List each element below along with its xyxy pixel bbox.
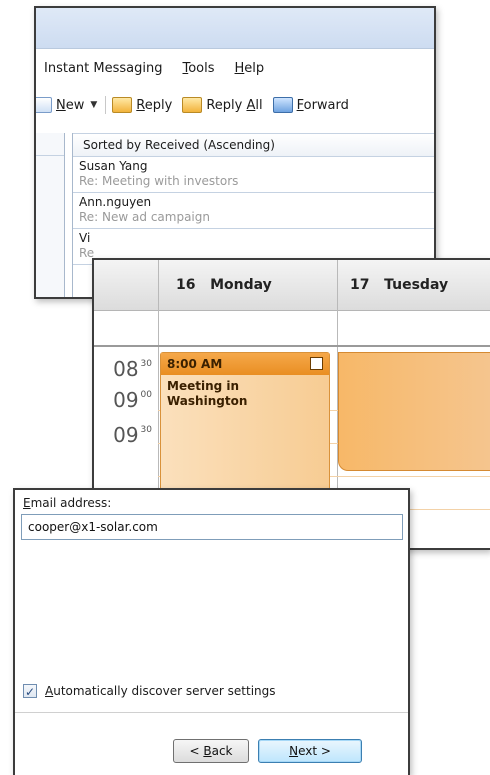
mail-toolbar: New ▼ Reply Reply All Forward [36, 90, 434, 120]
day-name: Tuesday [384, 277, 449, 293]
reply-rest: eply [144, 97, 173, 113]
toolbar-divider [105, 96, 107, 114]
auto-discover-checkbox[interactable]: ✓ [23, 684, 37, 699]
forward-button[interactable]: Forward [272, 97, 349, 113]
reply-label: Reply [136, 98, 172, 113]
time-label: 08 30 [113, 357, 152, 381]
account-setup-dialog: Email address: ✓ Automatically discover … [13, 488, 410, 775]
menu-bar: Instant Messaging Tools Help [44, 61, 264, 76]
time-label: 09 00 [113, 388, 152, 412]
day-header-monday[interactable]: 16 Monday [176, 260, 272, 310]
list-item[interactable]: Ann.nguyen Re: New ad campaign [73, 193, 434, 229]
new-mail-icon [36, 97, 52, 113]
next-button[interactable]: Next > [258, 739, 362, 763]
message-sender: Ann.nguyen [79, 195, 152, 209]
reply-accel: R [136, 97, 145, 113]
mail-titlebar [36, 8, 434, 49]
reply-button[interactable]: Reply [112, 97, 172, 113]
sort-header[interactable]: Sorted by Received (Ascending) [73, 133, 434, 157]
appointment-time: 8:00 AM [161, 353, 329, 375]
menu-tools[interactable]: Tools [182, 61, 214, 76]
message-sender: Vi [79, 231, 91, 245]
reply-all-button[interactable]: Reply All [182, 97, 263, 113]
day-header-tuesday[interactable]: 17 Tuesday [350, 260, 448, 310]
auto-discover-row[interactable]: ✓ Automatically discover server settings [23, 684, 276, 699]
back-pre: < [189, 744, 204, 758]
email-label-rest: mail address: [30, 496, 112, 510]
forward-icon [272, 97, 293, 113]
new-label: New [56, 98, 84, 113]
auto-discover-label: Automatically discover server settings [45, 684, 276, 698]
reply-icon [112, 97, 133, 113]
divider [15, 712, 408, 713]
menu-help[interactable]: Help [235, 61, 265, 76]
forward-rest: orward [303, 97, 349, 113]
chevron-down-icon[interactable]: ▼ [90, 100, 97, 110]
mail-window: Instant Messaging Tools Help New ▼ Reply… [34, 6, 436, 299]
calendar-header: 16 Monday 17 Tuesday [94, 260, 490, 311]
checkbox-icon[interactable] [310, 357, 323, 370]
menu-label: Ins [44, 61, 63, 76]
all-day-row[interactable] [94, 311, 490, 347]
list-item[interactable]: Susan Yang Re: Meeting with investors [73, 157, 434, 193]
reply-all-icon [182, 97, 203, 113]
forward-label: Forward [297, 98, 349, 113]
reply-all-pre: Reply [206, 97, 247, 113]
appointment-title-line: Meeting in [167, 379, 240, 393]
navigation-pane [36, 133, 65, 297]
navigation-pane-header [36, 133, 64, 156]
email-label-accel: E [23, 496, 31, 510]
menu-label-rest: ools [188, 61, 215, 76]
message-subject: Re: New ad campaign [79, 210, 210, 224]
forward-accel: F [296, 97, 304, 113]
back-accel: B [203, 744, 212, 758]
menu-instant-messaging[interactable]: Instant Messaging [44, 61, 162, 76]
new-button[interactable]: New ▼ [36, 97, 97, 113]
message-subject: Re: Meeting with investors [79, 174, 239, 188]
email-field[interactable] [21, 514, 403, 540]
new-rest: ew [65, 97, 85, 113]
reply-all-label: Reply All [206, 98, 262, 113]
back-rest: ack [211, 744, 233, 758]
next-accel: N [289, 744, 299, 758]
auto-discover-rest: utomatically discover server settings [53, 684, 276, 698]
new-accel: N [56, 97, 66, 113]
next-rest: ext > [298, 744, 331, 758]
menu-accel: H [234, 61, 245, 76]
appointment-time-text: 8:00 AM [167, 357, 223, 371]
day-number: 16 [176, 277, 196, 293]
menu-label-rest: elp [244, 61, 265, 76]
day-number: 17 [350, 277, 370, 293]
appointment-block[interactable] [338, 352, 490, 471]
time-label: 09 30 [113, 423, 152, 447]
menu-label-rest: tant Messaging [62, 61, 163, 76]
appointment-title: Meeting in Washington [161, 375, 329, 413]
auto-discover-accel: A [45, 684, 54, 698]
back-button[interactable]: < Back [173, 739, 249, 763]
reply-all-rest: ll [255, 97, 263, 113]
day-name: Monday [210, 277, 272, 293]
message-sender: Susan Yang [79, 159, 148, 173]
email-address-label: Email address: [23, 496, 111, 510]
appointment-title-line: Washington [167, 394, 248, 408]
